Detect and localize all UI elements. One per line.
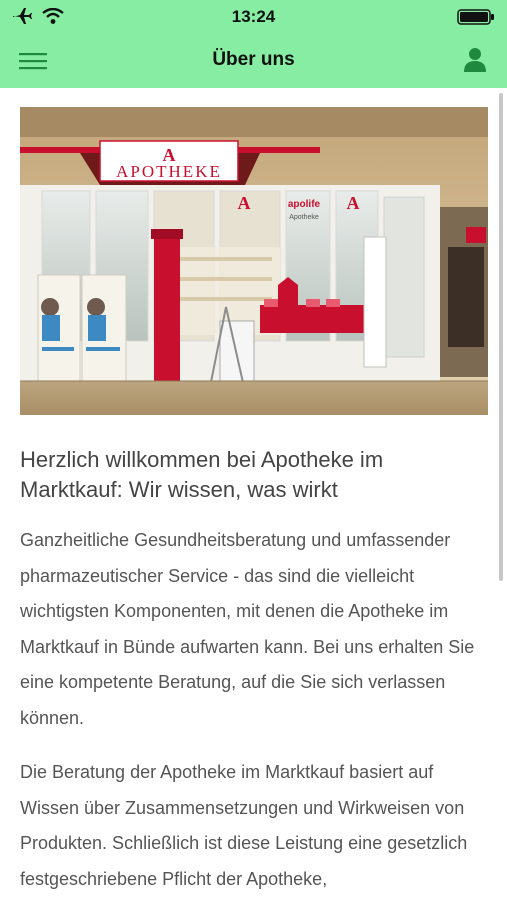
status-bar: 13:24	[0, 0, 507, 34]
scrollbar[interactable]	[499, 93, 503, 581]
navigation-bar: Über uns	[0, 34, 507, 88]
battery-icon	[457, 9, 495, 30]
apolife-logo: apolife	[288, 199, 321, 210]
pharmacy-a-logo: A	[163, 145, 176, 165]
status-time: 13:24	[231, 7, 276, 26]
apolife-sublabel: Apotheke	[289, 214, 319, 221]
intro-paragraph: Ganzheitliche Gesundheitsberatung und um…	[20, 530, 475, 728]
page-title: Über uns	[212, 49, 295, 70]
pharmacy-a-logo-3: A	[347, 193, 360, 213]
consultation-paragraph: Die Beratung der Apotheke im Marktkauf b…	[20, 762, 468, 889]
welcome-heading: Herzlich willkommen bei Apotheke im Mark…	[20, 447, 384, 502]
storefront-illustration: APOTHEKE A A A apolife Apotheke	[20, 107, 488, 415]
app-header: 13:24 Über uns	[0, 0, 507, 88]
pharmacy-a-logo-2: A	[238, 193, 251, 213]
pharmacy-storefront-image: APOTHEKE A A A apolife Apotheke	[20, 107, 488, 415]
user-profile-button[interactable]	[463, 46, 487, 74]
user-icon	[464, 48, 486, 72]
